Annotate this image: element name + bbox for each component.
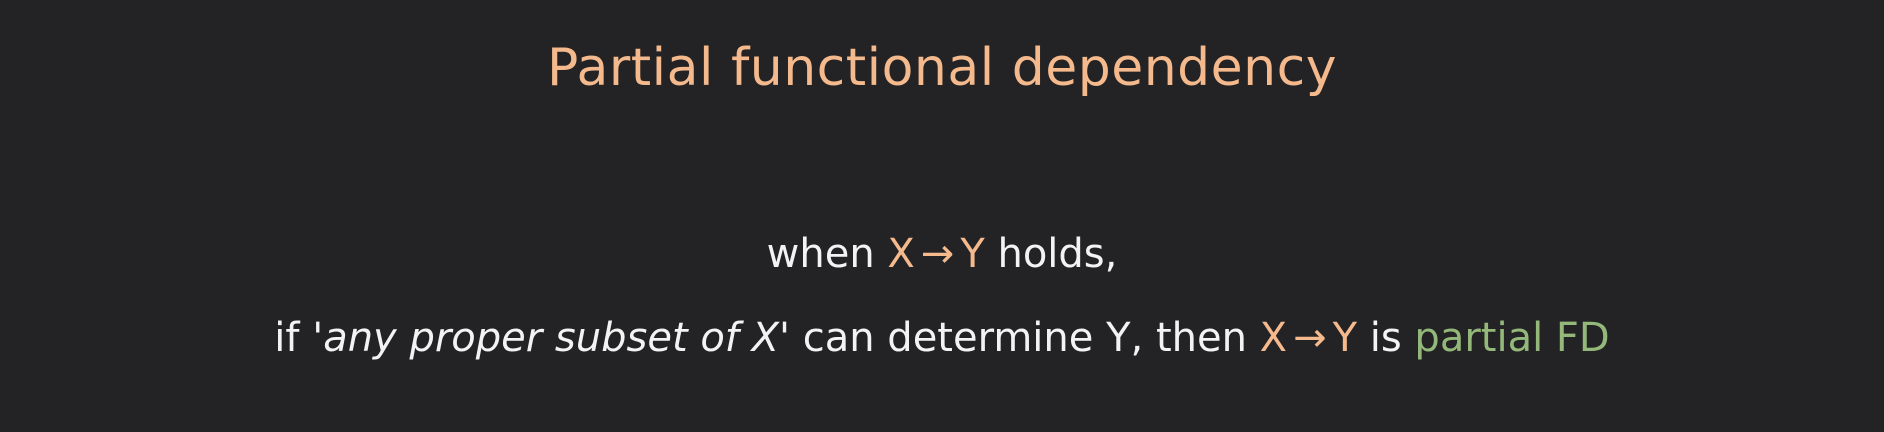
fd-lhs-x-2: X — [1259, 315, 1288, 361]
determine-text: can determine Y, then — [802, 315, 1247, 361]
if-text: if ' — [274, 315, 324, 361]
partial-fd-label: partial FD — [1414, 315, 1610, 361]
holds-text: holds, — [997, 231, 1118, 277]
fd-rhs-y: Y — [960, 231, 985, 277]
fd-arrow-icon-2: → — [1293, 315, 1327, 361]
condition-line: when X → Y holds, — [0, 226, 1884, 282]
is-text: is — [1369, 315, 1402, 361]
when-text: when — [766, 231, 875, 277]
fd-lhs-x: X — [887, 231, 915, 277]
slide: Partial functional dependency when X → Y h… — [0, 0, 1884, 432]
slide-title: Partial functional dependency — [547, 38, 1337, 98]
proper-subset-phrase: any proper subset of X — [323, 315, 780, 361]
closing-quote: ' — [779, 315, 791, 361]
fd-rhs-y-2: Y — [1332, 315, 1358, 361]
definition-line: if 'any proper subset of X' can determin… — [0, 310, 1884, 366]
fd-arrow-icon: → — [920, 231, 955, 277]
